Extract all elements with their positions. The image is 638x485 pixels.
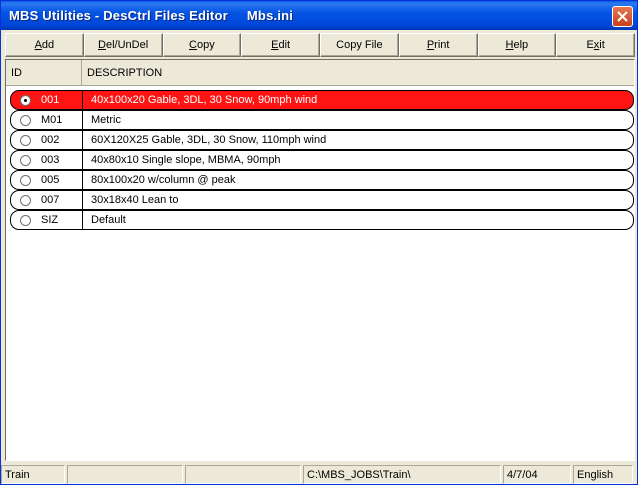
column-header-description[interactable]: DESCRIPTION (82, 60, 634, 86)
row-id: 003 (41, 154, 60, 166)
edit-button[interactable]: Edit (241, 33, 320, 57)
row-separator (82, 90, 83, 110)
table-row[interactable]: 002 60X120X25 Gable, 3DL, 30 Snow, 110mph… (10, 130, 634, 150)
column-header-id[interactable]: ID (6, 60, 82, 86)
row-description: 30x18x40 Lean to (91, 194, 179, 206)
status-panel-3 (185, 465, 301, 484)
row-id: 005 (41, 174, 60, 186)
row-separator (82, 130, 83, 150)
row-separator (82, 170, 83, 190)
table-row[interactable]: M01 Metric (10, 110, 634, 130)
table-row[interactable]: SIZ Default (10, 210, 634, 230)
row-description: Default (91, 214, 126, 226)
close-button[interactable] (612, 6, 633, 27)
title-bar[interactable]: MBS Utilities - DesCtrl Files Editor Mbs… (1, 1, 637, 30)
toolbar: Add Del/UnDel Copy Edit Copy File Print … (5, 33, 635, 57)
row-description: Metric (91, 114, 121, 126)
status-panel-path: C:\MBS_JOBS\Train\ (303, 465, 501, 484)
window-title: MBS Utilities - DesCtrl Files Editor Mbs… (9, 8, 294, 23)
radio-icon[interactable] (20, 215, 31, 226)
row-separator (82, 150, 83, 170)
grid-rows: 001 40x100x20 Gable, 3DL, 30 Snow, 90mph … (10, 90, 634, 230)
grid-header: ID DESCRIPTION (6, 60, 634, 86)
copy-button[interactable]: Copy (162, 33, 242, 57)
table-row[interactable]: 007 30x18x40 Lean to (10, 190, 634, 210)
row-id: 001 (41, 94, 60, 106)
row-id: M01 (41, 114, 63, 126)
row-separator (82, 110, 83, 130)
status-panel-job: Train (1, 465, 65, 484)
close-icon (617, 11, 628, 22)
radio-icon[interactable] (20, 175, 31, 186)
exit-button[interactable]: Ex it (556, 33, 635, 57)
status-panel-language: English (573, 465, 633, 484)
radio-icon[interactable] (20, 135, 31, 146)
row-description: 60X120X25 Gable, 3DL, 30 Snow, 110mph wi… (91, 134, 327, 146)
status-panel-2 (67, 465, 183, 484)
print-button[interactable]: Print (398, 33, 478, 57)
row-id: SIZ (41, 214, 59, 226)
row-description: 40x100x20 Gable, 3DL, 30 Snow, 90mph win… (91, 94, 318, 106)
files-grid: ID DESCRIPTION 001 40x100x20 Gable, 3DL, … (5, 59, 635, 461)
row-description: 80x100x20 w/column @ peak (91, 174, 236, 186)
row-id: 007 (41, 194, 60, 206)
copy-file-button[interactable]: Copy File (320, 33, 399, 57)
radio-icon[interactable] (20, 195, 31, 206)
help-button[interactable]: Help (477, 33, 557, 57)
status-panel-date: 4/7/04 (503, 465, 571, 484)
table-row[interactable]: 001 40x100x20 Gable, 3DL, 30 Snow, 90mph … (10, 90, 634, 110)
add-button[interactable]: Add (5, 33, 84, 57)
radio-icon[interactable] (20, 155, 31, 166)
row-id: 002 (41, 134, 60, 146)
row-separator (82, 190, 83, 210)
app-window: MBS Utilities - DesCtrl Files Editor Mbs… (0, 0, 638, 485)
radio-icon[interactable] (20, 95, 31, 106)
row-separator (82, 210, 83, 230)
del-undel-button[interactable]: Del/UnDel (83, 33, 163, 57)
radio-icon[interactable] (20, 115, 31, 126)
table-row[interactable]: 003 40x80x10 Single slope, MBMA, 90mph (10, 150, 634, 170)
status-bar: Train C:\MBS_JOBS\Train\ 4/7/04 English (1, 465, 637, 484)
table-row[interactable]: 005 80x100x20 w/column @ peak (10, 170, 634, 190)
row-description: 40x80x10 Single slope, MBMA, 90mph (91, 154, 281, 166)
